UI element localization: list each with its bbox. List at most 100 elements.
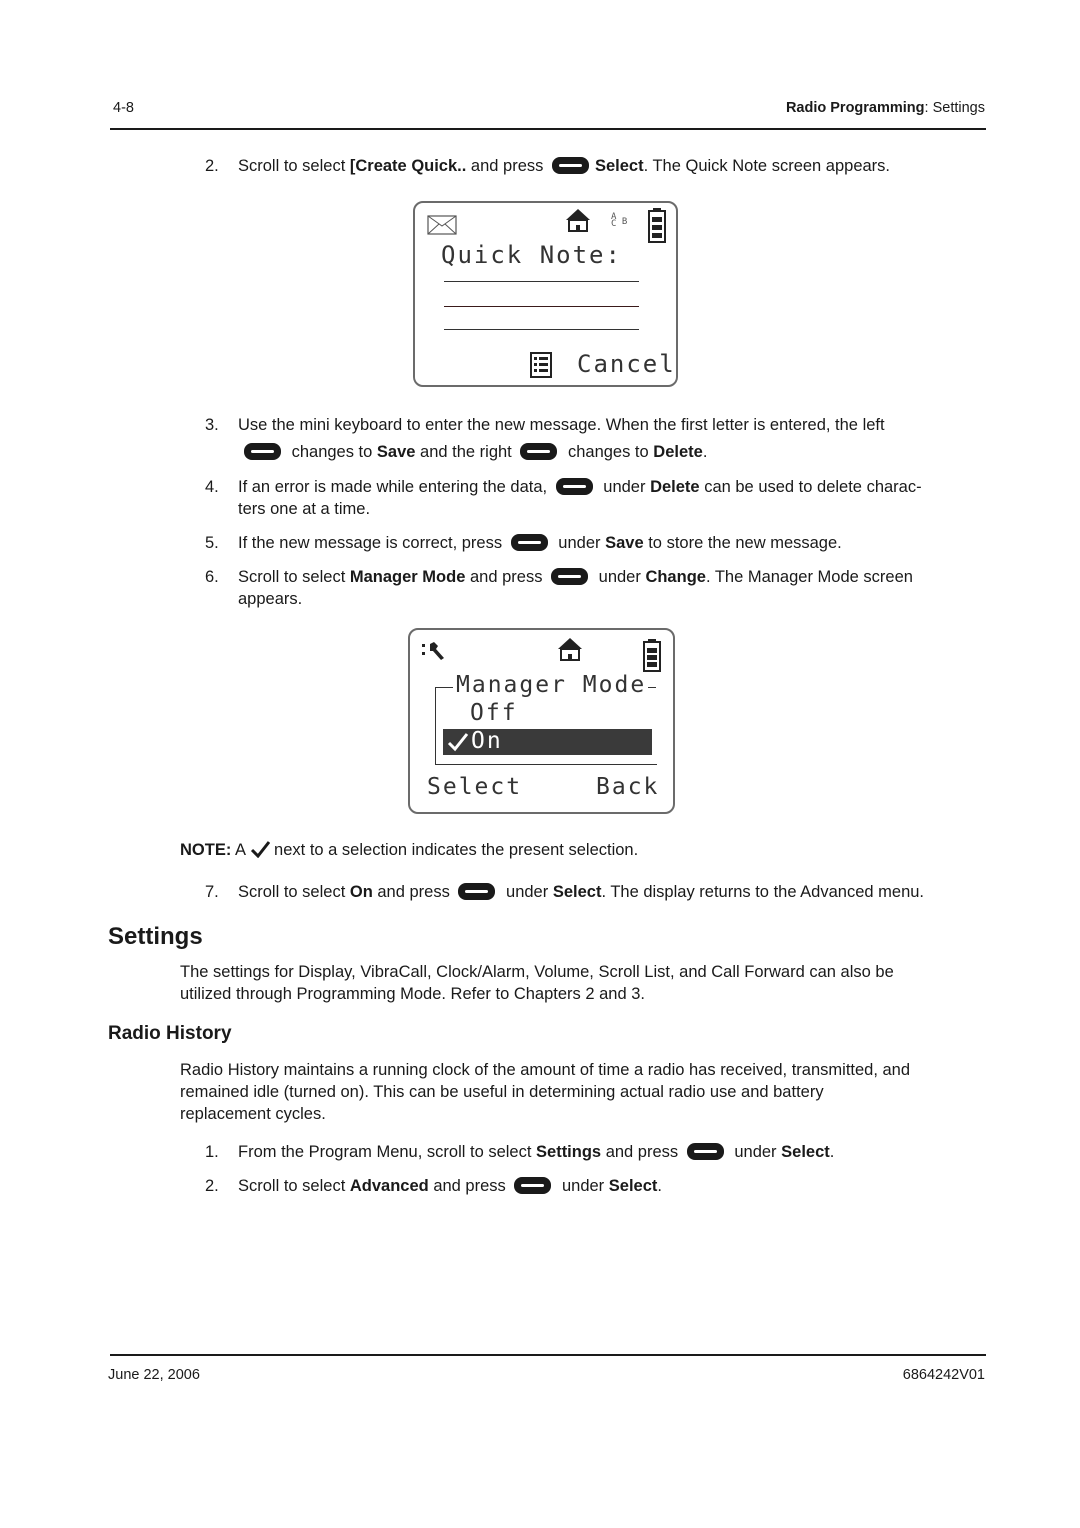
right-softkey-icon (520, 443, 558, 460)
input-line-1 (444, 281, 639, 282)
text: Use the mini keyboard to enter the new m… (238, 416, 885, 434)
softkey-select[interactable]: Select (427, 774, 522, 800)
text: and the right (415, 443, 512, 461)
running-header: Radio Programming: Settings (786, 100, 985, 116)
select-ref: Select (608, 1177, 658, 1195)
softkey-label-ref: Select (594, 157, 644, 175)
softkey-icon (686, 1143, 724, 1160)
step-number: 2. (205, 1177, 219, 1195)
text: . The Quick Note screen appears. (643, 157, 891, 175)
settings-body: The settings for Display, VibraCall, Clo… (180, 963, 894, 1003)
footer-doc-number: 6864242V01 (902, 1367, 985, 1383)
change-ref: Change (645, 568, 706, 586)
softkey-icon (551, 568, 589, 585)
text: changes to (291, 443, 377, 461)
step-number: 4. (205, 478, 219, 496)
text: . (657, 1177, 662, 1195)
battery-icon (648, 208, 666, 243)
text: From the Program Menu, scroll to select (238, 1143, 537, 1161)
softkey-back[interactable]: Back (596, 774, 659, 800)
text: . The display returns to the Advanced me… (601, 883, 925, 901)
select-ref: Select (781, 1143, 830, 1161)
option-on-selected[interactable]: On (443, 728, 652, 755)
rh-step-1: 1. From the Program Menu, scroll to sele… (205, 1141, 985, 1163)
text: under (558, 534, 606, 552)
checkmark-icon (250, 841, 271, 858)
text: Scroll to select (238, 1177, 350, 1195)
softkey-icon (551, 157, 589, 174)
radio-history-heading: Radio History (108, 1023, 232, 1044)
section-title: Settings (932, 100, 985, 116)
step-5: 5. If the new message is correct, press … (205, 532, 985, 554)
step-4: 4. If an error is made while entering th… (205, 476, 985, 520)
softkey-cancel[interactable]: Cancel (577, 350, 676, 378)
softkey-icon (514, 1177, 552, 1194)
softkey-icon (458, 883, 496, 900)
softkey-icon (555, 478, 593, 495)
save-ref: Save (605, 534, 644, 552)
text: and press (466, 157, 548, 175)
text: appears. (238, 590, 303, 608)
text: . (702, 443, 708, 461)
text: under (603, 478, 651, 496)
save-ref: Save (376, 443, 416, 461)
text: If the new message is correct, press (238, 534, 503, 552)
text: Scroll to select (238, 157, 350, 175)
home-icon (566, 209, 590, 232)
quick-note-screen: A BC Quick Note: Cancel (413, 201, 678, 387)
manager-mode-screen: Manager Mode Off On Select Back (408, 628, 675, 814)
text: changes to (567, 443, 654, 461)
screen-title: Quick Note: (441, 241, 622, 269)
text: A (235, 841, 247, 859)
option-off[interactable]: Off (470, 700, 518, 726)
wrench-icon (422, 642, 444, 660)
checkmark-icon (447, 733, 469, 752)
step-number: 6. (205, 568, 219, 586)
step-number: 1. (205, 1143, 219, 1161)
step-number: 5. (205, 534, 219, 552)
battery-icon (643, 639, 661, 672)
step-number: 2. (205, 157, 219, 175)
input-line-2 (444, 306, 639, 307)
text: . (829, 1143, 835, 1161)
advanced-ref: Advanced (349, 1177, 429, 1195)
settings-ref: Settings (536, 1143, 602, 1161)
footer-rule (110, 1354, 986, 1356)
text: under (561, 1177, 609, 1195)
select-ref: Select (552, 883, 602, 901)
input-line-3 (444, 329, 639, 330)
page-number: 4-8 (113, 100, 134, 116)
step-7: 7. Scroll to select On and press under S… (205, 881, 985, 903)
menu-item-ref: [Create Quick.. (349, 157, 467, 175)
delete-ref: Delete (650, 478, 700, 496)
step-3: 3. Use the mini keyboard to enter the ne… (205, 414, 985, 436)
text: Scroll to select (238, 883, 350, 901)
text: If an error is made while entering the d… (238, 478, 548, 496)
rh-step-2: 2. Scroll to select Advanced and press u… (205, 1175, 985, 1197)
text: and press (601, 1143, 679, 1161)
text: under (506, 883, 553, 901)
chapter-title: Radio Programming (785, 100, 925, 116)
note-label: NOTE: (180, 841, 232, 859)
text: . The Manager Mode screen (705, 568, 913, 586)
separator: : (924, 100, 933, 116)
step-number: 3. (205, 416, 219, 434)
step-3-line-2: changes to Save and the right changes to… (205, 441, 985, 463)
radio-history-body: Radio History maintains a running clock … (180, 1061, 911, 1123)
header-rule (110, 128, 986, 130)
text-mode-icon: A BC (611, 212, 628, 229)
text: Scroll to select (238, 568, 350, 586)
option-on-label: On (471, 728, 503, 754)
home-icon (558, 638, 582, 661)
text: next to a selection indicates the presen… (274, 841, 639, 859)
footer-date: June 22, 2006 (108, 1367, 200, 1383)
softkey-icon (510, 534, 548, 551)
text: and press (428, 1177, 506, 1195)
frame-top-left (435, 687, 453, 688)
left-softkey-icon (244, 443, 281, 460)
text: ters one at a time. (238, 500, 371, 518)
step-6: 6. Scroll to select Manager Mode and pre… (205, 566, 985, 610)
settings-heading: Settings (108, 923, 203, 950)
menu-icon (530, 352, 552, 378)
text: to store the new message. (643, 534, 842, 552)
